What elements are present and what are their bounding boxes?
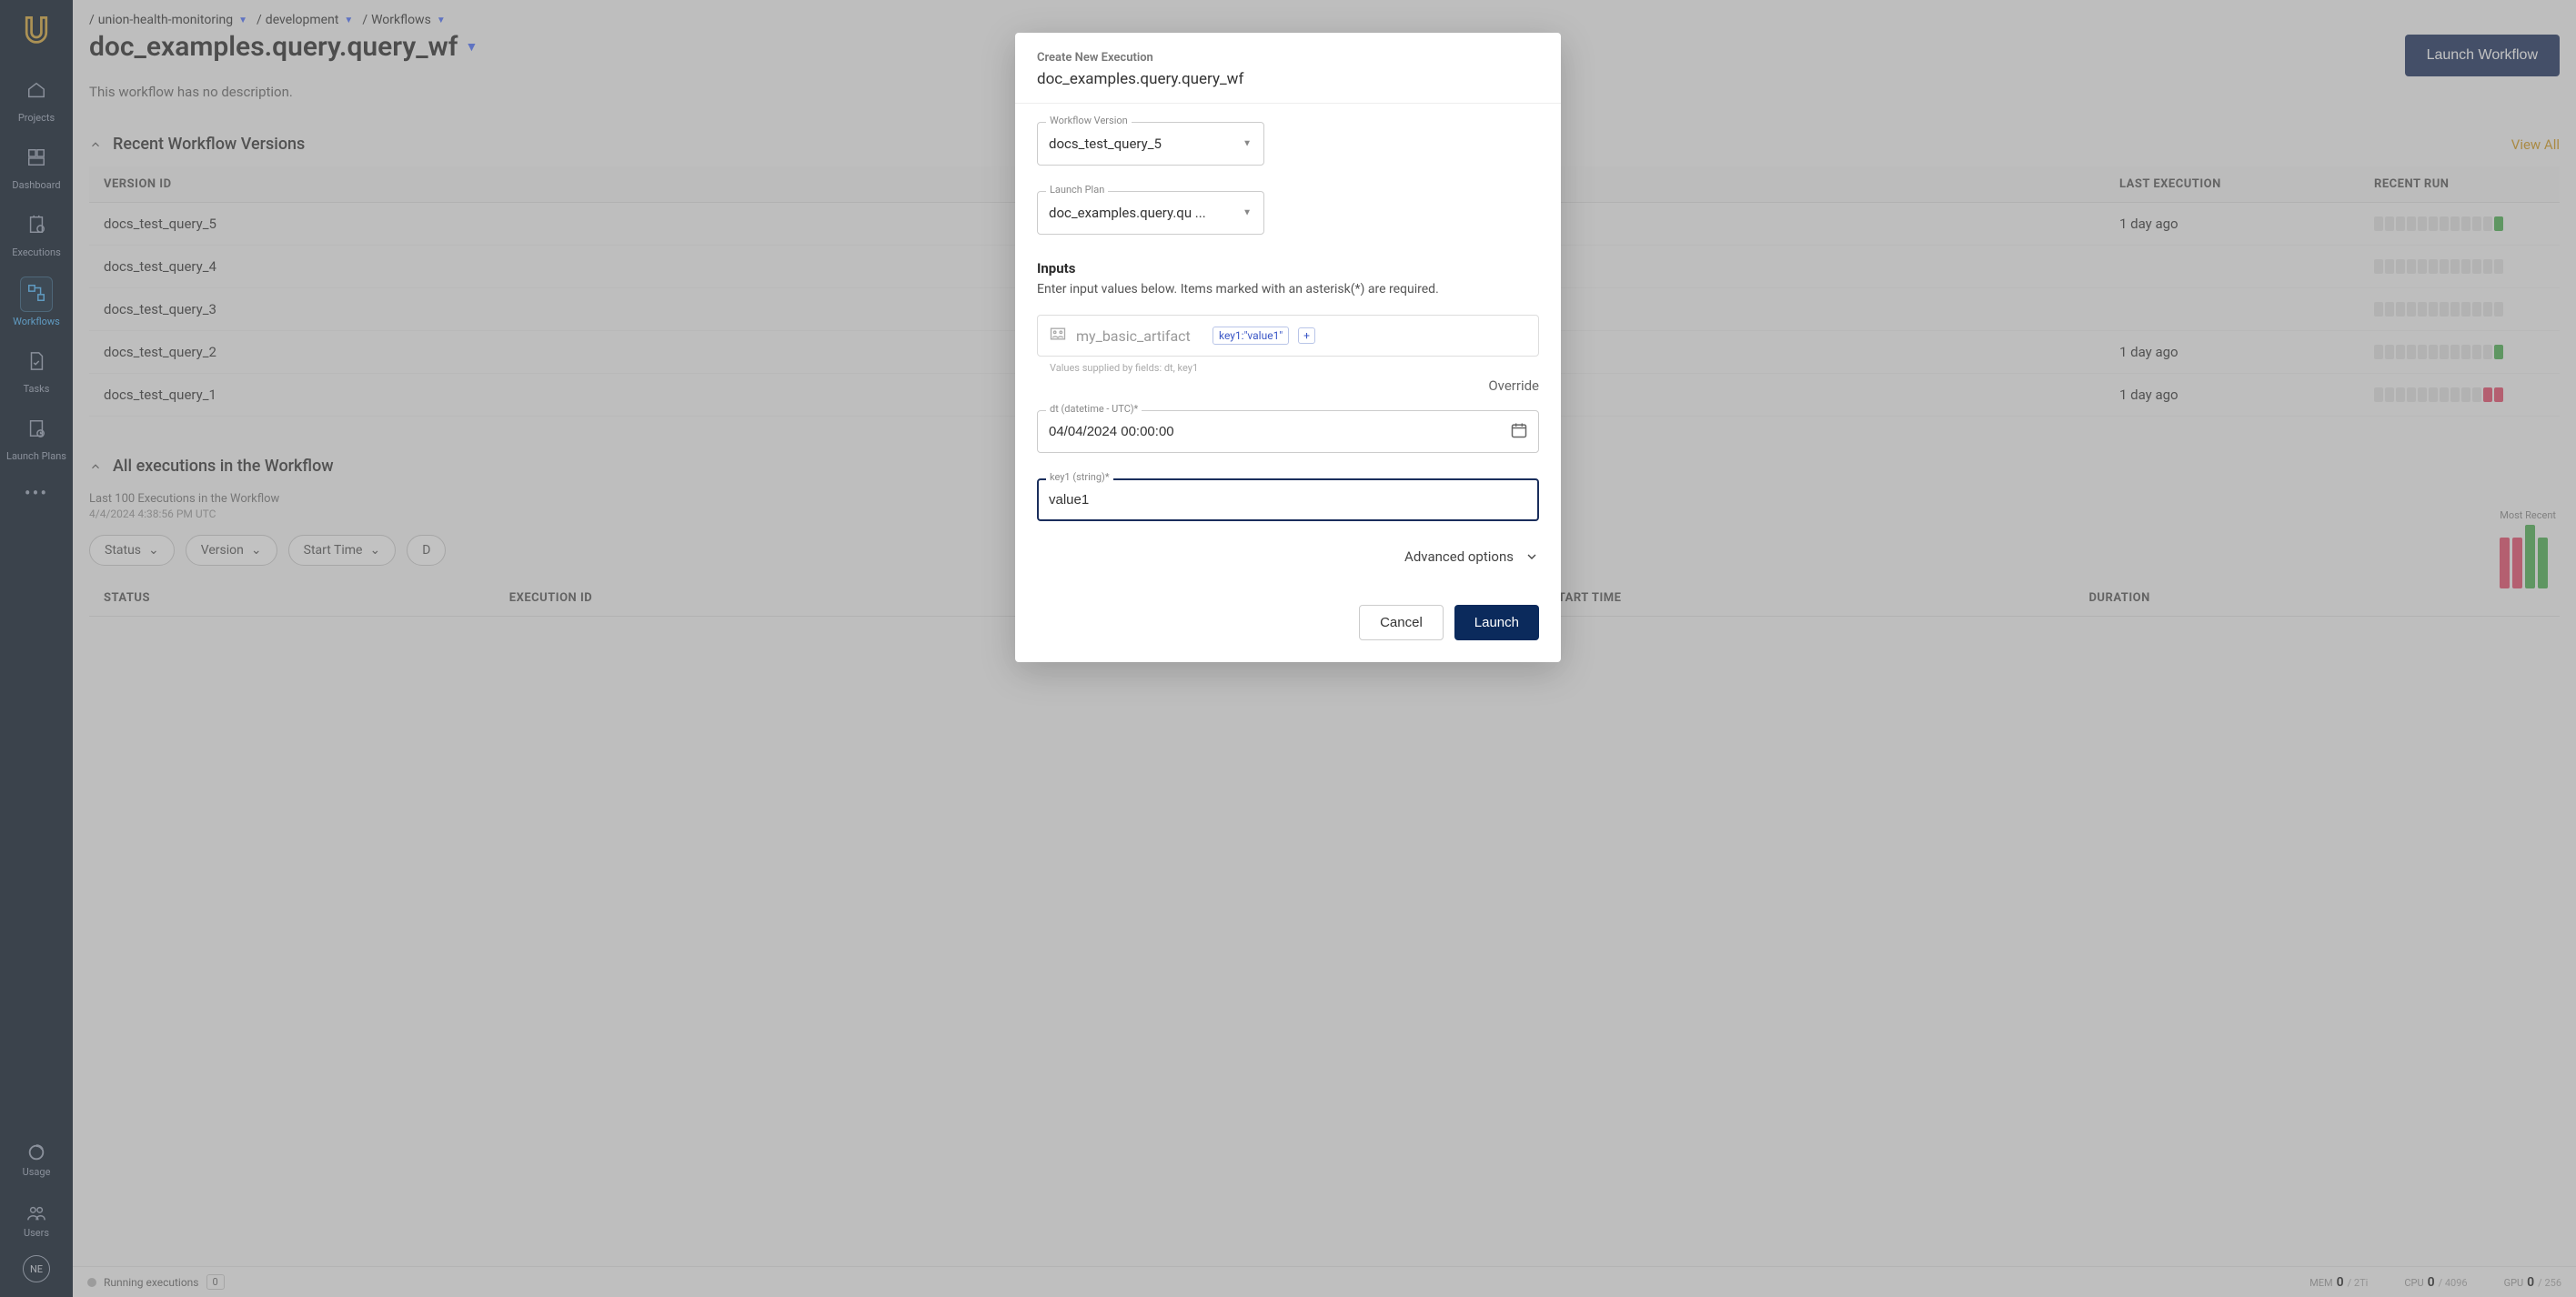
inputs-heading: Inputs [1037,260,1539,276]
modal-overlay[interactable]: Create New Execution doc_examples.query.… [0,0,2576,1297]
launch-modal: Create New Execution doc_examples.query.… [1015,33,1561,662]
artifact-input[interactable]: my_basic_artifact key1:"value1" + [1037,315,1539,357]
cancel-button[interactable]: Cancel [1359,605,1444,640]
artifact-tag[interactable]: key1:"value1" [1213,327,1289,345]
dt-label: dt (datetime - UTC)* [1046,403,1142,415]
launch-plan-select[interactable]: Launch Plan doc_examples.query.qu ... ▼ [1037,191,1264,235]
key1-input[interactable] [1037,478,1539,521]
launch-button[interactable]: Launch [1454,605,1539,640]
artifact-name: my_basic_artifact [1076,327,1203,345]
artifact-add-tag[interactable]: + [1298,327,1315,344]
launch-plan-label: Launch Plan [1046,184,1108,196]
dt-field[interactable]: dt (datetime - UTC)* [1037,410,1539,453]
modal-title: doc_examples.query.query_wf [1037,70,1539,88]
workflow-version-select[interactable]: Workflow Version docs_test_query_5 ▼ [1037,122,1264,166]
inputs-hint: Enter input values below. Items marked w… [1037,282,1539,297]
artifact-subhint: Values supplied by fields: dt, key1 [1050,362,1539,374]
modal-subtitle: Create New Execution [1037,51,1539,65]
key1-label: key1 (string)* [1046,471,1113,483]
artifact-icon [1049,325,1067,347]
chevron-down-icon [1524,549,1539,564]
workflow-version-label: Workflow Version [1046,115,1132,126]
advanced-options-toggle[interactable]: Advanced options [1037,548,1539,565]
dt-input[interactable] [1037,410,1539,453]
calendar-icon[interactable] [1510,421,1528,443]
override-link[interactable]: Override [1037,377,1539,394]
key1-field[interactable]: key1 (string)* [1037,478,1539,521]
